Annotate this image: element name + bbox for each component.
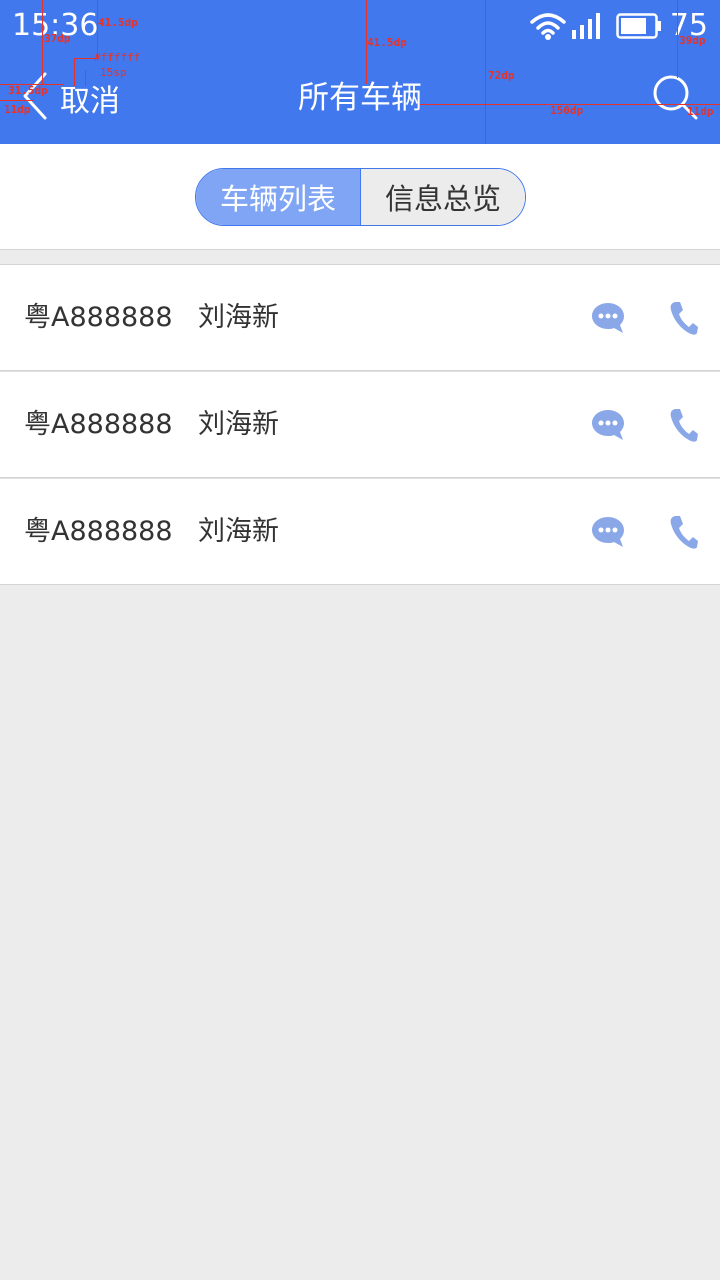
phone-icon [669, 516, 699, 554]
list-item[interactable]: 粤A888888 刘海新 [0, 478, 720, 585]
annotation-line [42, 0, 43, 84]
message-button[interactable] [590, 515, 626, 549]
phone-icon [669, 302, 699, 340]
driver-name: 刘海新 [198, 409, 279, 440]
annotation-line [677, 0, 678, 78]
chat-bubble-icon [590, 410, 626, 446]
chat-bubble-icon [590, 303, 626, 339]
app-header: 15:36 75 取消 所有车辆 41.5dp 37dp #ffffff 15s… [0, 0, 720, 144]
annotation-label: 72dp [488, 69, 515, 82]
annotation-label: 31.5dp [8, 84, 48, 97]
annotation-label: 41.5dp [367, 36, 407, 49]
wifi-icon [530, 12, 566, 40]
message-button[interactable] [590, 408, 626, 442]
cancel-label: 取消 [60, 84, 120, 119]
annotation-label: #ffffff [94, 51, 141, 64]
plate-number: 粤A888888 [24, 302, 173, 333]
driver-name: 刘海新 [198, 302, 279, 333]
plate-number: 粤A888888 [24, 409, 173, 440]
plate-number: 粤A888888 [24, 516, 173, 547]
call-button[interactable] [669, 514, 699, 550]
annotation-line [0, 100, 34, 101]
chat-bubble-icon [590, 517, 626, 553]
chevron-left-icon [20, 71, 48, 125]
driver-name: 刘海新 [198, 516, 279, 547]
message-button[interactable] [590, 301, 626, 335]
cancel-button[interactable]: 取消 [20, 72, 120, 124]
list-item[interactable]: 粤A888888 刘海新 [0, 264, 720, 371]
annotation-label: 39dp [679, 34, 706, 47]
call-button[interactable] [669, 407, 699, 443]
phone-icon [669, 409, 699, 447]
tab-vehicle-list[interactable]: 车辆列表 [196, 169, 360, 225]
annotation-line [85, 70, 86, 86]
signal-icon [570, 12, 602, 40]
annotation-label: 11dp [4, 103, 31, 116]
annotation-label: 11dp [687, 105, 714, 118]
annotation-label: 41.5dp [98, 16, 138, 29]
annotation-label: 37dp [44, 32, 71, 45]
segmented-control: 车辆列表 信息总览 [195, 168, 526, 226]
list-item[interactable]: 粤A888888 刘海新 [0, 371, 720, 478]
segment-bar: 车辆列表 信息总览 [0, 144, 720, 250]
annotation-line [74, 58, 75, 86]
annotation-label: 15sp [100, 66, 127, 79]
annotation-label: 150dp [550, 104, 584, 117]
battery-icon [616, 13, 662, 39]
tab-info-overview[interactable]: 信息总览 [360, 169, 525, 225]
annotation-line [485, 0, 486, 144]
call-button[interactable] [669, 300, 699, 336]
vehicle-list: 粤A888888 刘海新 粤A888888 刘海新 粤A888888 刘海新 [0, 264, 720, 585]
